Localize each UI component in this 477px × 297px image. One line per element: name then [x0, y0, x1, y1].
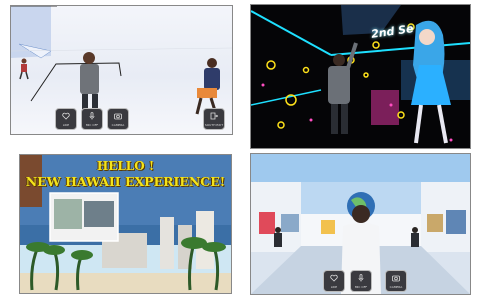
- like-label: LIKE: [330, 285, 338, 289]
- heart-icon: [330, 274, 338, 282]
- camera-label: CAMERA: [389, 285, 403, 289]
- south-exit-label: SOUTH EXIT: [204, 123, 224, 127]
- mic-off-label: MIC OFF: [354, 285, 368, 289]
- concert-scene: [251, 5, 470, 144]
- mic-off-label: MIC OFF: [85, 123, 99, 127]
- south-exit-button[interactable]: SOUTH EXIT: [203, 108, 225, 130]
- like-button[interactable]: LIKE: [323, 270, 345, 292]
- experience-title-line: NEW HAWAII EXPERIENCE!: [25, 174, 226, 189]
- camera-icon: [392, 275, 400, 282]
- hawaii-panel: HELLO ! NEW HAWAII EXPERIENCE!: [19, 154, 232, 294]
- like-label: LIKE: [62, 123, 70, 127]
- camera-icon: [114, 113, 122, 120]
- concert-panel: 2nd Se: [250, 4, 471, 149]
- gallery-panel: LIKE MIC OFF CAMERA: [250, 153, 471, 295]
- like-button[interactable]: LIKE: [55, 108, 77, 130]
- mic-off-button[interactable]: MIC OFF: [81, 108, 103, 130]
- mic-off-button[interactable]: MIC OFF: [350, 270, 372, 292]
- hawaii-title: HELLO ! NEW HAWAII EXPERIENCE!: [20, 159, 231, 189]
- camera-label: CAMERA: [111, 123, 125, 127]
- camera-button[interactable]: CAMERA: [385, 270, 407, 292]
- hello-title-line: HELLO !: [96, 159, 155, 173]
- exit-icon: [210, 112, 218, 120]
- camera-button[interactable]: CAMERA: [107, 108, 129, 130]
- mic-icon: [89, 112, 95, 120]
- vr-room-panel: LIKE MIC OFF CAMERA SOUTH EXIT: [10, 5, 233, 135]
- heart-icon: [62, 112, 70, 120]
- mic-icon: [358, 274, 364, 282]
